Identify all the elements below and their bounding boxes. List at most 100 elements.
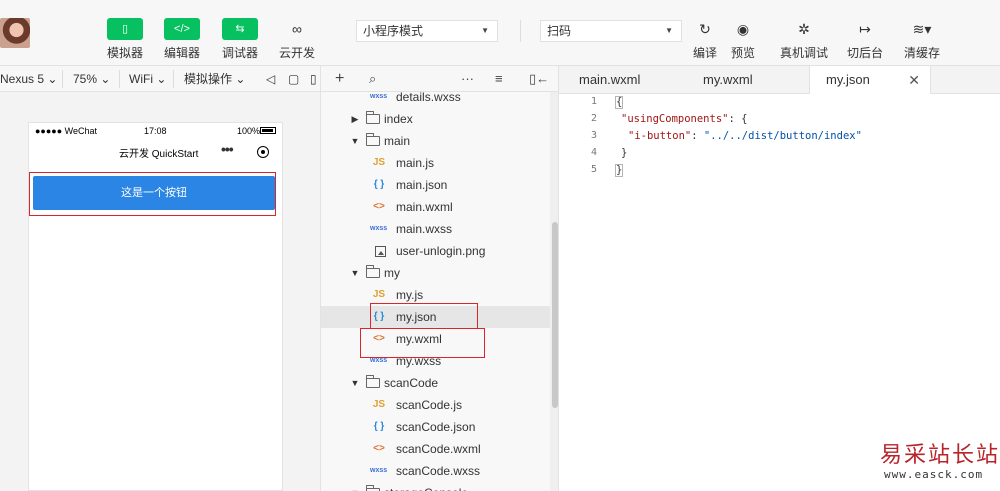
tree-folder[interactable]: ▼ main xyxy=(321,130,550,152)
close-icon[interactable]: ✕ xyxy=(908,66,920,94)
json-punct: : { xyxy=(728,113,748,125)
folder-icon xyxy=(366,133,380,146)
tree-item-label: my xyxy=(384,266,400,280)
avatar[interactable] xyxy=(0,18,30,48)
tab-my-json[interactable]: my.json ✕ xyxy=(809,66,931,95)
bug-icon: ✲ xyxy=(798,21,810,37)
tree-file[interactable]: user-unlogin.png xyxy=(321,240,550,262)
chevron-down-icon: ▼ xyxy=(481,26,489,35)
tree-file[interactable]: { } main.json xyxy=(321,174,550,196)
folder-icon xyxy=(366,375,380,388)
operations-select[interactable]: 模拟操作 ⌄ xyxy=(184,66,245,92)
cloud-link-icon: ∞ xyxy=(292,21,302,37)
tree-item-label: main.json xyxy=(396,178,448,192)
wxss-file-icon: wxss xyxy=(370,225,388,232)
chevron-down-icon[interactable]: ▼ xyxy=(350,482,360,491)
tab-my-wxml[interactable]: my.wxml xyxy=(703,66,753,94)
tree-file[interactable]: <> main.wxml xyxy=(321,196,550,218)
preview-button[interactable]: ◉ 预览 xyxy=(727,20,759,61)
file-tree-toolbar: + ⌕ ··· ≡ ▯← xyxy=(320,66,558,92)
add-icon[interactable]: + xyxy=(335,66,344,92)
tree-item-label: scanCode xyxy=(384,376,439,390)
tree-file[interactable]: { } scanCode.json xyxy=(321,416,550,438)
phone-icon: ▯ xyxy=(107,18,143,40)
line-number: 3 xyxy=(590,130,597,141)
tree-file[interactable]: JS main.js xyxy=(321,152,550,174)
image-file-icon xyxy=(375,246,386,257)
tree-file[interactable]: JS scanCode.js xyxy=(321,394,550,416)
annotation-box xyxy=(370,303,478,329)
chevron-down-icon[interactable]: ▼ xyxy=(350,262,360,284)
chevron-down-icon[interactable]: ▼ xyxy=(350,130,360,152)
chevron-down-icon[interactable]: ▼ xyxy=(350,372,360,394)
refresh-icon: ↻ xyxy=(699,21,711,37)
compile-button[interactable]: ↻ 编译 xyxy=(690,20,720,61)
compile-label: 编译 xyxy=(692,46,717,60)
tab-main-wxml[interactable]: main.wxml xyxy=(579,66,640,94)
simulator-toolbar: Nexus 5 ⌄ 75% ⌄ WiFi ⌄ 模拟操作 ⌄ ◁ ▢ ▯ xyxy=(0,66,320,92)
zoom-select[interactable]: 75% ⌄ xyxy=(73,66,110,92)
tree-folder[interactable]: ▼ storageConsole xyxy=(321,482,550,491)
tree-file[interactable]: wxss scanCode.wxss xyxy=(321,460,550,482)
brace-token: } xyxy=(621,147,628,159)
background-button[interactable]: ↦ 切后台 xyxy=(845,20,885,61)
remote-debug-label: 真机调试 xyxy=(779,46,828,60)
code-line: } xyxy=(621,147,627,159)
network-value: WiFi xyxy=(129,72,153,86)
mode-select[interactable]: 小程序模式 ▼ xyxy=(356,20,498,42)
folder-icon xyxy=(366,265,380,278)
divider xyxy=(119,70,120,88)
collapse-icon[interactable]: ▯← xyxy=(529,66,549,92)
toolbar-divider xyxy=(520,20,521,42)
line-number: 5 xyxy=(590,164,597,175)
annotation-box xyxy=(360,328,485,358)
simulator-label: 模拟器 xyxy=(106,46,143,60)
watermark-url: www.easck.com xyxy=(884,468,984,481)
tree-folder[interactable]: ▼ my xyxy=(321,262,550,284)
rotate-icon[interactable]: ▢ xyxy=(288,66,299,92)
code-icon: </> xyxy=(164,18,200,40)
simulator-button[interactable]: ▯ 模拟器 xyxy=(99,18,151,61)
network-select[interactable]: WiFi ⌄ xyxy=(129,66,166,92)
volume-icon[interactable]: ◁ xyxy=(266,66,275,92)
tree-file[interactable]: <> scanCode.wxml xyxy=(321,438,550,460)
js-file-icon: JS xyxy=(372,399,386,410)
search-icon[interactable]: ⌕ xyxy=(369,66,376,92)
tree-item-label: scanCode.wxml xyxy=(396,442,481,456)
chevron-down-icon: ▼ xyxy=(665,26,673,35)
tree-folder[interactable]: ▶ index xyxy=(321,108,550,130)
tree-item-label: scanCode.js xyxy=(396,398,463,412)
tree-item-label: scanCode.wxss xyxy=(396,464,481,478)
split-icon[interactable]: ▯ xyxy=(310,66,317,92)
more-icon[interactable]: ••• xyxy=(221,141,234,157)
code-line: "i-button": "../../dist/button/index" xyxy=(628,130,862,142)
tree-item-label: main.wxml xyxy=(396,200,453,214)
zoom-value: 75% xyxy=(73,72,98,86)
tree-file[interactable]: wxss main.wxss xyxy=(321,218,550,240)
json-key: "i-button" xyxy=(628,130,692,142)
battery-icon xyxy=(260,127,276,134)
code-editor[interactable]: 1 2 3 4 5 { "usingComponents": { "i-butt… xyxy=(558,94,1000,491)
device-select[interactable]: Nexus 5 ⌄ xyxy=(0,66,57,92)
remote-debug-button[interactable]: ✲ 真机调试 xyxy=(779,20,829,61)
clear-cache-button[interactable]: ≋▾ 清缓存 xyxy=(902,20,942,61)
tree-item-label: main xyxy=(384,134,411,148)
sort-icon[interactable]: ≡ xyxy=(495,66,503,92)
tree-item-label: details.wxss xyxy=(396,92,461,104)
page-button[interactable]: 这是一个按钮 xyxy=(33,176,275,210)
clear-cache-label: 清缓存 xyxy=(903,46,940,60)
close-capsule-icon[interactable] xyxy=(257,146,269,158)
preview-label: 预览 xyxy=(730,46,755,60)
tree-folder[interactable]: ▼ scanCode xyxy=(321,372,550,394)
cloud-dev-button[interactable]: ∞ 云开发 xyxy=(271,18,323,61)
status-bar: ●●●●● WeChat 17:08 100% xyxy=(29,123,282,139)
compile-mode-select[interactable]: 扫码 ▼ xyxy=(540,20,682,42)
tree-file[interactable]: wxss details.wxss xyxy=(321,92,550,108)
chevron-right-icon[interactable]: ▶ xyxy=(350,108,360,130)
debugger-button[interactable]: ⇆ 调试器 xyxy=(214,18,266,61)
json-file-icon: { } xyxy=(373,421,385,432)
more-icon[interactable]: ··· xyxy=(461,66,474,92)
debug-icon: ⇆ xyxy=(222,18,258,40)
mode-select-value: 小程序模式 xyxy=(363,24,424,38)
editor-button[interactable]: </> 编辑器 xyxy=(156,18,208,61)
